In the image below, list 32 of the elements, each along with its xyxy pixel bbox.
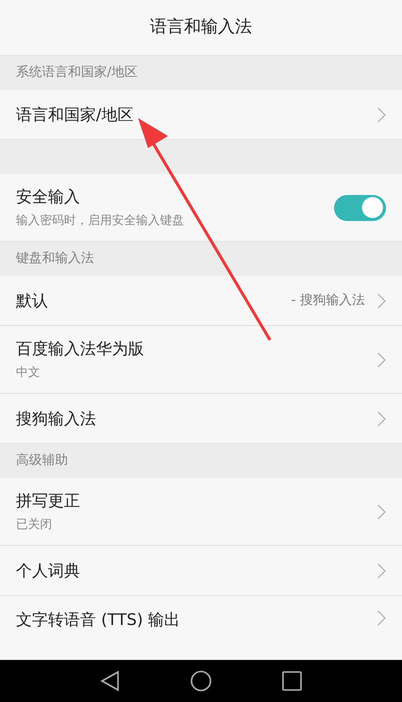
chevron-icon [377, 106, 386, 122]
chevron-icon [377, 610, 386, 626]
chevron-icon [377, 504, 386, 520]
row-title: 百度输入法华为版 [16, 338, 145, 358]
row-value: - 搜狗输入法 [291, 292, 365, 310]
toggle-switch[interactable] [334, 194, 386, 220]
settings-row[interactable]: 语言和国家/地区 [0, 90, 402, 140]
back-icon[interactable] [100, 670, 120, 692]
settings-row[interactable]: 个人词典 [0, 546, 402, 596]
home-icon[interactable] [190, 670, 212, 692]
row-title: 语言和国家/地区 [16, 104, 134, 124]
chevron-icon [377, 410, 386, 426]
row-title: 搜狗输入法 [16, 408, 97, 428]
row-title: 个人词典 [16, 560, 81, 580]
row-subtitle: 已关闭 [16, 516, 53, 532]
settings-row[interactable]: 百度输入法华为版 中文 [0, 326, 402, 394]
settings-row[interactable]: 文字转语音 (TTS) 输出 [0, 596, 402, 660]
row-title: 安全输入 [16, 186, 81, 206]
row-title: 拼写更正 [16, 490, 81, 510]
row-title: 默认 [16, 290, 49, 310]
chevron-icon [377, 352, 386, 368]
page-title: 语言和输入法 [150, 16, 252, 39]
settings-row[interactable]: 拼写更正 已关闭 [0, 478, 402, 546]
row-subtitle: 输入密码时，启用安全输入键盘 [16, 212, 185, 228]
chevron-icon [377, 292, 386, 308]
row-title: 文字转语音 (TTS) 输出 [16, 610, 182, 630]
settings-row[interactable]: 搜狗输入法 [0, 394, 402, 444]
settings-row[interactable]: 默认 - 搜狗输入法 [0, 276, 402, 326]
chevron-icon [377, 562, 386, 578]
settings-row[interactable]: 安全输入 输入密码时，启用安全输入键盘 [0, 174, 402, 242]
row-subtitle: 中文 [16, 364, 41, 380]
recent-apps-icon[interactable] [282, 671, 302, 691]
